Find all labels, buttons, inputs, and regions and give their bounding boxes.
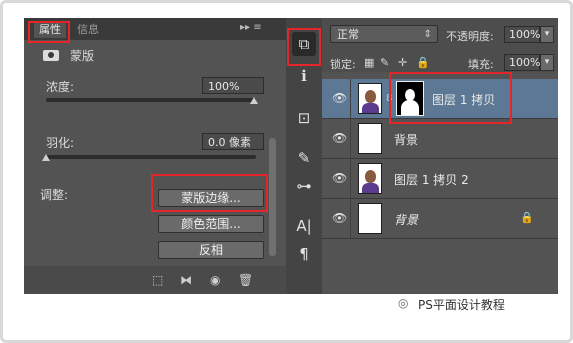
feather-slider-handle[interactable] xyxy=(42,154,50,161)
blend-mode-select[interactable]: 正常 ⇕ xyxy=(330,25,438,43)
visibility-icon[interactable]: ◉ xyxy=(210,273,220,287)
paragraph-icon[interactable]: ¶ xyxy=(292,242,316,266)
delete-icon[interactable]: 🗑 xyxy=(238,273,253,287)
layer-name: 图层 1 拷贝 2 xyxy=(394,173,469,187)
eye-icon[interactable]: 👁 xyxy=(332,171,347,185)
density-label: 浓度: xyxy=(46,80,75,94)
feather-field[interactable]: 0.0 像素 xyxy=(202,133,264,150)
lock-label: 锁定: xyxy=(330,58,356,71)
watermark-text: PS平面设计教程 xyxy=(418,298,505,312)
properties-footer: ⬚ ⧓ ◉ 🗑 xyxy=(24,266,286,294)
blend-mode-value: 正常 xyxy=(337,28,359,41)
lock-pixels-icon[interactable]: ✎ xyxy=(380,56,389,69)
properties-scrollbar[interactable] xyxy=(269,138,276,256)
divider xyxy=(350,159,351,198)
lock-all-icon[interactable]: 🔒 xyxy=(416,56,430,69)
density-slider[interactable] xyxy=(46,98,256,102)
divider xyxy=(350,79,351,118)
adjust-icon[interactable]: ⊶ xyxy=(292,174,316,198)
density-slider-handle[interactable] xyxy=(250,97,258,104)
brush-preset-icon[interactable]: ✎ xyxy=(292,146,316,170)
wechat-icon: ◎ xyxy=(398,296,409,310)
info-icon[interactable]: ℹ xyxy=(292,64,316,88)
mask-thumbnail-highlight xyxy=(389,72,512,124)
library-icon-highlight xyxy=(287,28,321,66)
opacity-field[interactable]: 100% xyxy=(504,26,540,43)
chevron-updown-icon: ⇕ xyxy=(423,29,432,40)
eye-icon[interactable]: 👁 xyxy=(332,131,347,145)
layer-name: 背景 xyxy=(394,133,419,147)
feather-slider[interactable] xyxy=(46,155,256,159)
color-range-button[interactable]: 颜色范围... xyxy=(158,215,264,233)
layer-row[interactable]: 👁 背景 🔒 xyxy=(322,199,558,239)
fill-field[interactable]: 100% xyxy=(504,54,540,71)
apply-mask-icon[interactable]: ⧓ xyxy=(180,273,192,287)
load-selection-icon[interactable]: ⬚ xyxy=(152,273,163,287)
eye-icon[interactable]: 👁 xyxy=(332,91,347,105)
lock-icon: 🔒 xyxy=(520,211,534,224)
mask-section-title: 蒙版 xyxy=(70,49,95,63)
divider xyxy=(350,199,351,238)
tab-info[interactable]: 信息 xyxy=(72,21,104,38)
properties-panel: 属性 信息 ▸▸ ≡ 蒙版 浓度: 100% 羽化: 0.0 像素 调整: 蒙版… xyxy=(24,18,286,294)
mask-section-header: 蒙版 xyxy=(24,42,286,68)
invert-button[interactable]: 反相 xyxy=(158,241,264,259)
layer-thumbnail xyxy=(358,83,382,114)
transform-icon[interactable]: ⊡ xyxy=(292,106,316,130)
layer-thumbnail xyxy=(358,123,382,154)
watermark: ◎ PS平面设计教程 xyxy=(398,296,505,313)
lock-position-icon[interactable]: ✛ xyxy=(398,56,407,69)
panel-menu-icon[interactable]: ▸▸ ≡ xyxy=(240,22,262,33)
divider xyxy=(350,119,351,158)
feather-label: 羽化: xyxy=(46,136,75,150)
properties-tab-highlight xyxy=(28,21,70,43)
character-icon[interactable]: A| xyxy=(292,214,316,238)
adjust-label: 调整: xyxy=(40,188,69,202)
layer-thumbnail xyxy=(358,203,382,234)
layers-panel: 正常 ⇕ 不透明度: 100% ▾ 锁定: ▦ ✎ ✛ 🔒 填充: 100% ▾… xyxy=(322,18,558,294)
density-field[interactable]: 100% xyxy=(202,77,264,94)
layer-row[interactable]: 👁 背景 xyxy=(322,119,558,159)
layer-row[interactable]: 👁 图层 1 拷贝 2 xyxy=(322,159,558,199)
fill-dropdown-icon[interactable]: ▾ xyxy=(540,54,554,71)
layer-name: 背景 xyxy=(394,213,419,227)
mask-edge-highlight xyxy=(151,174,268,212)
eye-icon[interactable]: 👁 xyxy=(332,211,347,225)
layers-toolbar: 正常 ⇕ 不透明度: 100% ▾ 锁定: ▦ ✎ ✛ 🔒 填充: 100% ▾ xyxy=(322,18,558,72)
layer-thumbnail xyxy=(358,163,382,194)
mask-icon xyxy=(43,50,59,61)
opacity-label: 不透明度: xyxy=(446,30,494,43)
lock-transparency-icon[interactable]: ▦ xyxy=(364,56,374,69)
fill-label: 填充: xyxy=(468,58,494,71)
opacity-dropdown-icon[interactable]: ▾ xyxy=(540,26,554,43)
